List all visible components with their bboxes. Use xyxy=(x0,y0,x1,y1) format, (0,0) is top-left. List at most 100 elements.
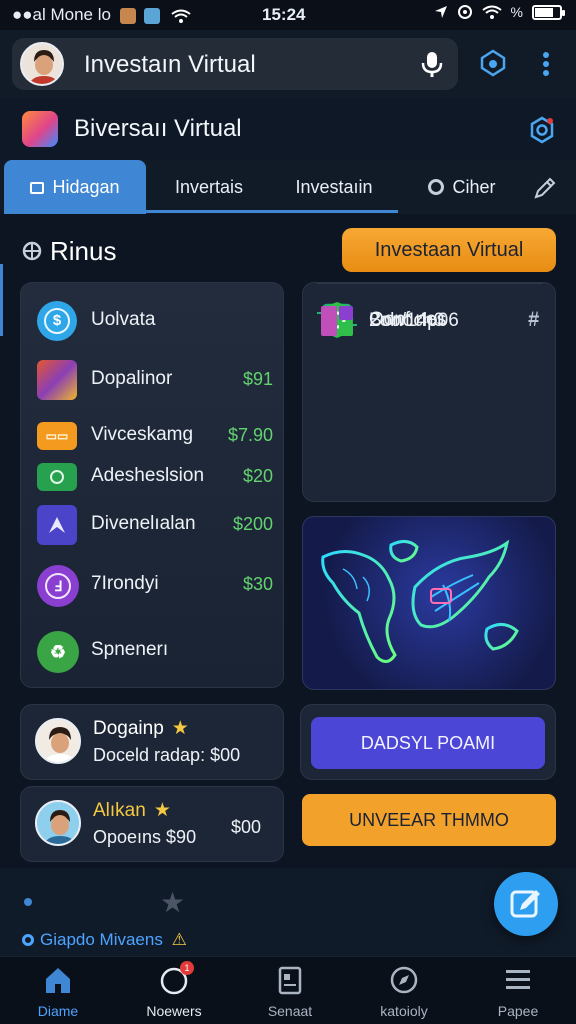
more-options-icon[interactable] xyxy=(538,50,554,78)
avatar-face-icon xyxy=(37,720,79,762)
list-item-amount: $7.90 xyxy=(227,425,273,445)
list-item-label: Uolvata xyxy=(91,309,156,330)
wifi-icon xyxy=(481,5,502,19)
top-app-bar: Investaın Virtual xyxy=(0,30,576,98)
nav-home[interactable]: Diame xyxy=(8,957,108,1024)
profile-amount: $00 xyxy=(230,817,261,837)
info-dot-icon xyxy=(22,934,34,946)
app-title: Investaın Virtual xyxy=(84,51,256,78)
list-item[interactable]: ▭▭ Vivceskamg $7.90 xyxy=(37,414,273,458)
indicator-dot xyxy=(24,898,32,906)
location-icon xyxy=(434,6,447,18)
battery-icon xyxy=(532,4,565,20)
wifi-icon xyxy=(171,9,191,23)
nav-label: Noewers xyxy=(146,1003,202,1019)
profile-card[interactable]: Dogainp ★ Doceld radap: $00 xyxy=(20,704,284,780)
recycle-icon: ♻ xyxy=(37,631,79,673)
nav-label: katoioly xyxy=(380,1003,428,1019)
nav-label: Papee xyxy=(497,1003,539,1019)
notification-thumbnail-icon xyxy=(144,7,161,24)
list-item-amount: $30 xyxy=(242,574,273,594)
tab-bar: Hidagan Invertais Investaıin Ciher xyxy=(0,160,576,214)
tab-underline xyxy=(146,210,398,213)
tab-investaiin[interactable]: Investaıin xyxy=(272,160,396,214)
list-item[interactable]: Ⅎ 7Irondyi $30 xyxy=(37,563,273,607)
percent-sign: % xyxy=(510,4,523,20)
profile-name: Dogainp ★ xyxy=(93,718,189,739)
cash-icon xyxy=(37,463,77,491)
star-icon: ★ xyxy=(171,718,189,739)
app-header: Biversaıı Virtual xyxy=(0,98,576,160)
app-logo-icon xyxy=(22,111,58,147)
list-item[interactable]: Divenelıalan $200 xyxy=(37,503,273,547)
warning-icon: ⚠ xyxy=(171,930,187,949)
menu-icon xyxy=(506,970,530,989)
star-icon: ★ xyxy=(153,800,171,821)
edit-icon xyxy=(510,890,540,918)
list-item-label: 7Irondyi xyxy=(91,573,159,594)
list-item-label: Vivceskamg xyxy=(91,424,194,445)
list-item-label: Dopalinor xyxy=(91,368,173,389)
edit-pencil-icon[interactable] xyxy=(532,175,558,201)
list-icon xyxy=(30,182,45,194)
investaan-virtual-button[interactable]: Investaan Virtual xyxy=(342,228,556,272)
button-card: UNVEEAR THMMO xyxy=(300,786,556,862)
list-item[interactable]: Adesheslsion $20 xyxy=(37,455,273,499)
nav-notifications[interactable]: 1 Noewers xyxy=(124,957,224,1024)
unveear-thmmo-button[interactable]: UNVEEAR THMMO xyxy=(302,794,556,846)
status-bar: ●●al Mone lo 15:24 % xyxy=(0,0,576,30)
list-item-label: Divenelıalan xyxy=(91,513,196,534)
home-icon xyxy=(46,968,70,993)
info-link[interactable]: Giapdo Mivaens ⚠ xyxy=(22,930,187,950)
favorite-star-icon[interactable]: ★ xyxy=(160,886,185,919)
search-bar[interactable]: Investaın Virtual xyxy=(12,38,458,90)
list-item-label: Adesheslsion xyxy=(91,465,205,486)
list-item[interactable]: ♻ Spnenerı xyxy=(37,629,273,673)
nav-label: Diame xyxy=(37,1003,79,1019)
nav-label: Senaat xyxy=(267,1003,313,1019)
coupon-icon: ▭▭ xyxy=(37,422,77,450)
food-thumbnail-icon xyxy=(37,360,77,400)
profile-name: Alıkan ★ xyxy=(93,800,171,821)
tab-ciher[interactable]: Ciher xyxy=(412,160,512,214)
button-card: DADSYL POAMI xyxy=(300,704,556,780)
focus-icon xyxy=(457,5,472,19)
profile-avatar xyxy=(35,800,81,846)
notification-badge: 1 xyxy=(180,961,194,975)
list-item-amount: $91 xyxy=(242,369,273,389)
section-icon xyxy=(22,241,42,261)
list-item[interactable]: Dopalinor $91 xyxy=(37,358,273,402)
world-map-card[interactable] xyxy=(302,516,556,690)
profile-card[interactable]: Alıkan ★ Opoeıns $90 $00 xyxy=(20,786,284,862)
section-title: Rinus xyxy=(50,236,117,266)
nav-menu[interactable]: Papee xyxy=(468,957,568,1024)
dadsyl-poami-button[interactable]: DADSYL POAMI xyxy=(311,717,545,769)
categories-card: Oonf nes # Bonoch0 # 2ob/14p06 # xyxy=(302,282,556,502)
tab-invertais[interactable]: Invertais xyxy=(150,160,268,214)
microphone-icon[interactable] xyxy=(420,50,444,78)
profile-subtitle: Doceld radap: $00 xyxy=(93,745,241,765)
carrier-label: ●●al Mone lo xyxy=(12,5,191,25)
profile-subtitle: Opoeıns $90 xyxy=(93,827,197,847)
category-hash: # xyxy=(528,310,539,331)
notification-thumbnail-icon xyxy=(119,7,136,24)
compass-icon xyxy=(390,966,418,994)
nav-document[interactable]: Senaat xyxy=(240,957,340,1024)
tab-hidagan[interactable]: Hidagan xyxy=(4,160,146,214)
coin-icon: Ⅎ xyxy=(37,565,79,607)
shield-notification-icon[interactable] xyxy=(478,48,508,78)
nav-explore[interactable]: katoioly xyxy=(354,957,454,1024)
user-avatar[interactable] xyxy=(20,42,64,86)
list-item[interactable]: $ Uolvata xyxy=(37,299,273,343)
list-item-amount: $20 xyxy=(242,466,273,486)
status-icons: % xyxy=(434,4,565,20)
category-item[interactable]: 2ob/14p06 # xyxy=(317,283,543,355)
settings-icon[interactable] xyxy=(526,114,558,146)
dollar-circle-icon: $ xyxy=(37,301,77,341)
app-name: Biversaıı Virtual xyxy=(74,115,242,142)
bottom-strip: ★ Giapdo Mivaens ⚠ xyxy=(0,868,576,956)
avatar-face-icon xyxy=(22,44,62,84)
compose-fab[interactable] xyxy=(494,872,558,936)
profile-avatar xyxy=(35,718,81,764)
world-map-illustration xyxy=(321,539,519,663)
